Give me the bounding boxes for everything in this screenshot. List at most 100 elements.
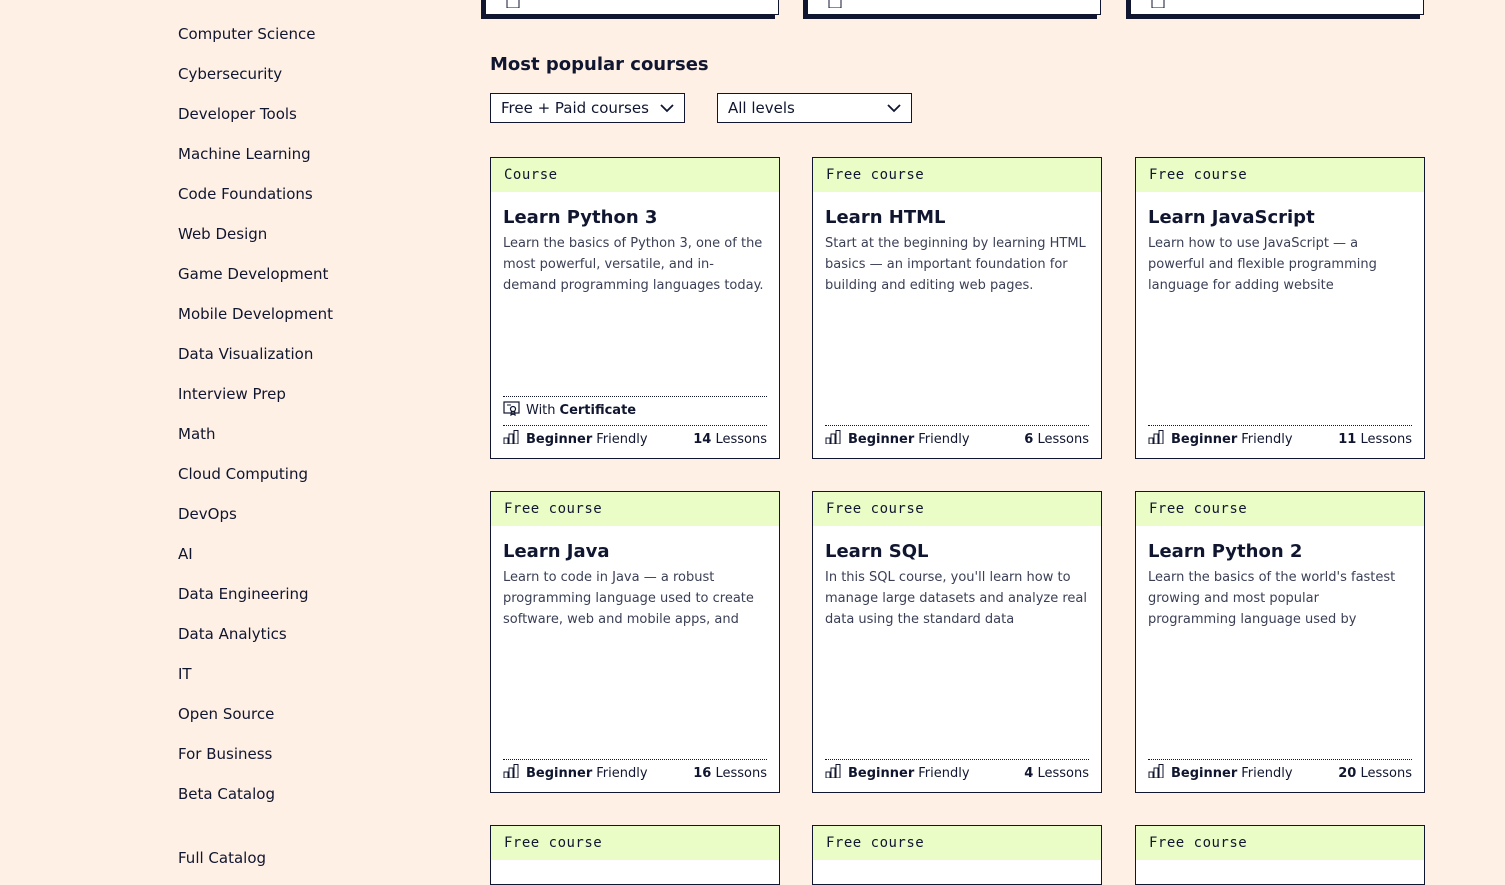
level-friendly: Friendly bbox=[918, 431, 970, 447]
course-description: Learn to code in Java — a robust program… bbox=[503, 570, 754, 627]
divider bbox=[503, 425, 767, 426]
certificate-with-text: With bbox=[526, 403, 556, 418]
divider bbox=[825, 759, 1089, 760]
sidebar-item-developer-tools[interactable]: Developer Tools bbox=[178, 104, 297, 124]
level-bars-icon bbox=[825, 430, 841, 448]
course-card-partial[interactable] bbox=[807, 0, 1101, 15]
course-footer: Beginner Friendly 11 Lessons bbox=[1148, 430, 1412, 448]
sidebar-item-computer-science[interactable]: Computer Science bbox=[178, 24, 315, 44]
sidebar-item-data-visualization[interactable]: Data Visualization bbox=[178, 344, 313, 364]
course-description: Start at the beginning by learning HTML … bbox=[825, 236, 1086, 293]
course-title: Learn JavaScript bbox=[1148, 207, 1315, 228]
course-type-tag: Free course bbox=[813, 826, 1101, 860]
level-beginner: Beginner bbox=[1171, 431, 1238, 447]
course-type-tag: Free course bbox=[813, 158, 1101, 192]
divider bbox=[503, 759, 767, 760]
course-card-partial[interactable]: Free course bbox=[1135, 825, 1425, 885]
level-friendly: Friendly bbox=[596, 431, 648, 447]
level-filter-select[interactable]: All levels bbox=[717, 93, 912, 123]
course-footer: Beginner Friendly 16 Lessons bbox=[503, 764, 767, 782]
course-type-tag: Free course bbox=[1136, 492, 1424, 526]
sidebar-item-mobile-development[interactable]: Mobile Development bbox=[178, 304, 333, 324]
lessons-label: Lessons bbox=[1037, 431, 1089, 447]
course-card-html[interactable]: Free course Learn HTML Start at the begi… bbox=[812, 157, 1102, 459]
sidebar-item-machine-learning[interactable]: Machine Learning bbox=[178, 144, 311, 164]
course-card-sql[interactable]: Free course Learn SQL In this SQL course… bbox=[812, 491, 1102, 793]
course-card-partial[interactable]: Free course bbox=[490, 825, 780, 885]
lesson-count: 11 bbox=[1338, 431, 1357, 447]
level-bars-icon bbox=[503, 430, 519, 448]
level-bars-icon bbox=[1148, 430, 1164, 448]
course-type-tag: Free course bbox=[491, 826, 779, 860]
lessons-label: Lessons bbox=[1360, 431, 1412, 447]
course-title: Learn SQL bbox=[825, 541, 929, 562]
price-filter-value: Free + Paid courses bbox=[501, 99, 649, 117]
price-filter-select[interactable]: Free + Paid courses bbox=[490, 93, 685, 123]
lessons-label: Lessons bbox=[1037, 765, 1089, 781]
lessons-label: Lessons bbox=[715, 431, 767, 447]
sidebar-item-beta-catalog[interactable]: Beta Catalog bbox=[178, 784, 275, 804]
lessons-label: Lessons bbox=[715, 765, 767, 781]
sidebar-item-cybersecurity[interactable]: Cybersecurity bbox=[178, 64, 282, 84]
course-type-tag: Free course bbox=[1136, 826, 1424, 860]
course-type-tag: Course bbox=[491, 158, 779, 192]
level-bars-icon bbox=[825, 764, 841, 782]
sidebar-item-web-design[interactable]: Web Design bbox=[178, 224, 267, 244]
sidebar-item-ai[interactable]: AI bbox=[178, 544, 193, 564]
course-card-partial[interactable] bbox=[485, 0, 779, 15]
level-bars-icon bbox=[1148, 764, 1164, 782]
course-title: Learn HTML bbox=[825, 207, 946, 228]
lesson-count: 16 bbox=[693, 765, 712, 781]
sidebar-item-data-analytics[interactable]: Data Analytics bbox=[178, 624, 287, 644]
lesson-count: 20 bbox=[1338, 765, 1357, 781]
level-friendly: Friendly bbox=[1241, 431, 1293, 447]
sidebar-item-devops[interactable]: DevOps bbox=[178, 504, 237, 524]
course-footer: Beginner Friendly 14 Lessons bbox=[503, 430, 767, 448]
section-title: Most popular courses bbox=[490, 54, 709, 75]
course-card-java[interactable]: Free course Learn Java Learn to code in … bbox=[490, 491, 780, 793]
lesson-count: 4 bbox=[1024, 765, 1034, 781]
sidebar-item-game-development[interactable]: Game Development bbox=[178, 264, 328, 284]
sidebar-item-interview-prep[interactable]: Interview Prep bbox=[178, 384, 286, 404]
course-title: Learn Python 2 bbox=[1148, 541, 1303, 562]
level-beginner: Beginner bbox=[1171, 765, 1238, 781]
sidebar-item-open-source[interactable]: Open Source bbox=[178, 704, 274, 724]
sidebar-item-math[interactable]: Math bbox=[178, 424, 216, 444]
chevron-down-icon bbox=[887, 103, 901, 113]
certificate-icon bbox=[503, 401, 520, 420]
course-type-tag: Free course bbox=[813, 492, 1101, 526]
course-card-javascript[interactable]: Free course Learn JavaScript Learn how t… bbox=[1135, 157, 1425, 459]
course-description: Learn how to use JavaScript — a powerful… bbox=[1148, 236, 1377, 293]
lesson-count: 6 bbox=[1024, 431, 1034, 447]
level-icon bbox=[828, 0, 842, 12]
level-friendly: Friendly bbox=[596, 765, 648, 781]
course-footer: Beginner Friendly 20 Lessons bbox=[1148, 764, 1412, 782]
lessons-label: Lessons bbox=[1360, 765, 1412, 781]
sidebar-item-for-business[interactable]: For Business bbox=[178, 744, 272, 764]
divider bbox=[1148, 425, 1412, 426]
lesson-count: 14 bbox=[693, 431, 712, 447]
level-bars-icon bbox=[503, 764, 519, 782]
sidebar-item-code-foundations[interactable]: Code Foundations bbox=[178, 184, 313, 204]
course-card-partial[interactable] bbox=[1130, 0, 1424, 15]
course-description: Learn the basics of the world's fastest … bbox=[1148, 570, 1396, 627]
certificate-text: Certificate bbox=[559, 403, 637, 418]
level-beginner: Beginner bbox=[526, 431, 593, 447]
level-beginner: Beginner bbox=[848, 431, 915, 447]
course-title: Learn Python 3 bbox=[503, 207, 658, 228]
chevron-down-icon bbox=[660, 103, 674, 113]
course-card-partial[interactable]: Free course bbox=[812, 825, 1102, 885]
sidebar-item-cloud-computing[interactable]: Cloud Computing bbox=[178, 464, 308, 484]
course-type-tag: Free course bbox=[491, 492, 779, 526]
sidebar-item-it[interactable]: IT bbox=[178, 664, 192, 684]
divider bbox=[825, 425, 1089, 426]
course-title: Learn Java bbox=[503, 541, 610, 562]
course-card-python-3[interactable]: Course Learn Python 3 Learn the basics o… bbox=[490, 157, 780, 459]
level-filter-value: All levels bbox=[728, 99, 795, 117]
course-card-python-2[interactable]: Free course Learn Python 2 Learn the bas… bbox=[1135, 491, 1425, 793]
course-footer: Beginner Friendly 4 Lessons bbox=[825, 764, 1089, 782]
level-icon bbox=[1151, 0, 1165, 12]
sidebar-item-full-catalog[interactable]: Full Catalog bbox=[178, 848, 266, 868]
course-description: Learn the basics of Python 3, one of the… bbox=[503, 236, 764, 293]
sidebar-item-data-engineering[interactable]: Data Engineering bbox=[178, 584, 309, 604]
